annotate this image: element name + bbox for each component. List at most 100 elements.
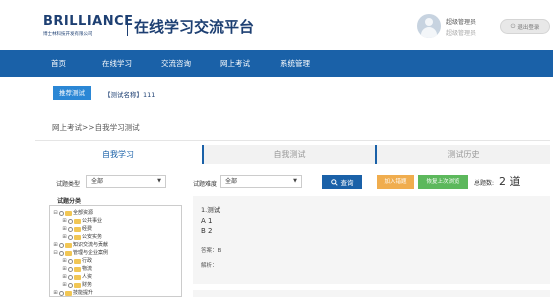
- tab-self-study[interactable]: 自我学习: [33, 145, 203, 164]
- question-answer: 答案：B: [201, 248, 222, 254]
- folder-icon: [74, 266, 81, 272]
- difficulty-value: 全部: [225, 178, 238, 185]
- tab-test-history[interactable]: 测试历史: [377, 145, 550, 164]
- logo-brand: BRILLIANCE: [43, 14, 134, 29]
- tree-item-label: 管理与企业案例: [73, 250, 109, 256]
- logout-button[interactable]: ⏻ 退出登录: [500, 19, 550, 34]
- folder-icon: [65, 242, 72, 248]
- radio-button[interactable]: [68, 218, 73, 224]
- app-title: 在线学习交流平台: [134, 18, 255, 36]
- tree-item-label: 公安实务: [82, 234, 103, 240]
- expand-icon[interactable]: ⊞: [62, 217, 67, 225]
- folder-icon: [74, 274, 81, 280]
- folder-icon: [65, 290, 72, 296]
- expand-icon[interactable]: ⊞: [62, 257, 67, 265]
- divider: [35, 140, 550, 141]
- tree-item[interactable]: ⊞ 技能提升: [53, 289, 94, 296]
- category-tree-title: 试题分类: [57, 198, 82, 205]
- nav-item-online-learning[interactable]: 在线学习: [102, 50, 132, 77]
- recommend-notice: 推荐测试 【测试名称】111: [40, 86, 510, 102]
- nav-item-online-exam[interactable]: 网上考试: [220, 50, 250, 77]
- total-count-label: 总题数:: [474, 180, 495, 187]
- nav-item-consulting[interactable]: 交流咨询: [161, 50, 191, 77]
- tab-self-test[interactable]: 自我测试: [204, 145, 375, 164]
- tree-item[interactable]: ⊞ 公安实务: [62, 233, 102, 241]
- tree-item-label: 经费: [82, 226, 93, 232]
- question-analysis: 解析：: [201, 263, 218, 269]
- category-tree[interactable]: ⊟ 全部资源 ⊞ 公共事业 ⊞ 经费 ⊞ 公安实务 ⊞ 知识交流与贡献 ⊟ 管理…: [49, 205, 182, 297]
- expand-icon[interactable]: ⊞: [62, 233, 67, 241]
- question-option-a[interactable]: A 1: [201, 217, 212, 225]
- tree-item[interactable]: ⊞ 财务: [62, 281, 92, 289]
- avatar[interactable]: [417, 14, 441, 38]
- radio-button[interactable]: [68, 274, 73, 280]
- tree-item-label: 财务: [82, 282, 93, 288]
- nav-item-home[interactable]: 首页: [51, 50, 66, 77]
- restore-last-browse-button[interactable]: 恢复上次浏览: [418, 175, 468, 189]
- tab-bar: 自我学习 自我测试 测试历史: [33, 145, 550, 164]
- caret-down-icon: ▼: [157, 178, 161, 184]
- folder-icon: [65, 210, 72, 216]
- breadcrumb: 网上考试>>自我学习测试: [52, 123, 140, 132]
- collapse-icon[interactable]: ⊟: [53, 209, 58, 217]
- nav-item-system-admin[interactable]: 系统管理: [280, 50, 310, 77]
- expand-icon[interactable]: ⊞: [62, 225, 67, 233]
- logo-subtitle: 博士林科技开发有限公司: [43, 32, 93, 37]
- recommend-test-button[interactable]: 推荐测试: [53, 86, 91, 100]
- collapse-icon[interactable]: ⊟: [53, 249, 58, 257]
- folder-icon: [74, 282, 81, 288]
- tree-item[interactable]: ⊟ 全部资源: [53, 209, 93, 217]
- tree-item-label: 物流: [82, 266, 93, 272]
- radio-button[interactable]: [68, 234, 73, 240]
- radio-button[interactable]: [68, 258, 73, 264]
- question-title: 1.测试: [201, 206, 221, 214]
- add-wrong-question-button[interactable]: 加入错题: [377, 175, 414, 189]
- folder-icon: [74, 226, 81, 232]
- tree-item[interactable]: ⊞ 公共事业: [62, 217, 102, 225]
- tree-item[interactable]: ⊟ 管理与企业案例: [53, 249, 108, 257]
- logout-label: 退出登录: [517, 24, 540, 31]
- radio-button[interactable]: [59, 210, 64, 216]
- folder-icon: [74, 218, 81, 224]
- avatar-head-shape: [425, 18, 433, 26]
- question-card: 1.测试 A 1 B 2 答案：B 解析：: [193, 196, 550, 284]
- tree-item-label: 技能提升: [73, 290, 94, 296]
- radio-button[interactable]: [59, 242, 64, 248]
- difficulty-select[interactable]: 全部 ▼: [220, 175, 302, 188]
- question-type-label: 试题类型: [56, 181, 81, 188]
- power-icon: ⏻: [510, 22, 516, 30]
- caret-down-icon: ▼: [293, 178, 297, 184]
- tree-item-label: 知识交流与贡献: [73, 242, 109, 248]
- search-button[interactable]: 查询: [322, 175, 362, 189]
- tree-item[interactable]: ⊞ 经费: [62, 225, 92, 233]
- tree-item[interactable]: ⊞ 人资: [62, 273, 92, 281]
- expand-icon[interactable]: ⊞: [62, 265, 67, 273]
- recommend-test-name[interactable]: 【测试名称】111: [104, 89, 155, 99]
- question-option-b[interactable]: B 2: [201, 227, 212, 235]
- expand-icon[interactable]: ⊞: [53, 289, 58, 296]
- radio-button[interactable]: [68, 266, 73, 272]
- radio-button[interactable]: [59, 250, 64, 256]
- expand-icon[interactable]: ⊞: [62, 281, 67, 289]
- radio-button[interactable]: [68, 226, 73, 232]
- radio-button[interactable]: [68, 282, 73, 288]
- radio-button[interactable]: [59, 290, 64, 296]
- user-name: 超级管理员: [446, 30, 477, 37]
- question-type-value: 全部: [91, 178, 104, 185]
- header: BRILLIANCE 博士林科技开发有限公司 在线学习交流平台 超级管理员 超级…: [0, 0, 553, 50]
- avatar-body-shape: [421, 27, 437, 38]
- logo-divider: [127, 15, 128, 36]
- expand-icon[interactable]: ⊞: [53, 241, 58, 249]
- tree-item[interactable]: ⊞ 物流: [62, 265, 92, 273]
- tree-item-label: 人资: [82, 274, 93, 280]
- tree-item-label: 全部资源: [73, 210, 94, 216]
- tree-item-label: 行政: [82, 258, 93, 264]
- folder-icon: [65, 250, 72, 256]
- difficulty-label: 试题难度: [193, 181, 218, 188]
- question-type-select[interactable]: 全部 ▼: [86, 175, 166, 188]
- expand-icon[interactable]: ⊞: [62, 273, 67, 281]
- tree-item[interactable]: ⊞ 知识交流与贡献: [53, 241, 108, 249]
- tree-item[interactable]: ⊞ 行政: [62, 257, 92, 265]
- user-role: 超级管理员: [446, 19, 477, 26]
- search-icon: [330, 178, 338, 186]
